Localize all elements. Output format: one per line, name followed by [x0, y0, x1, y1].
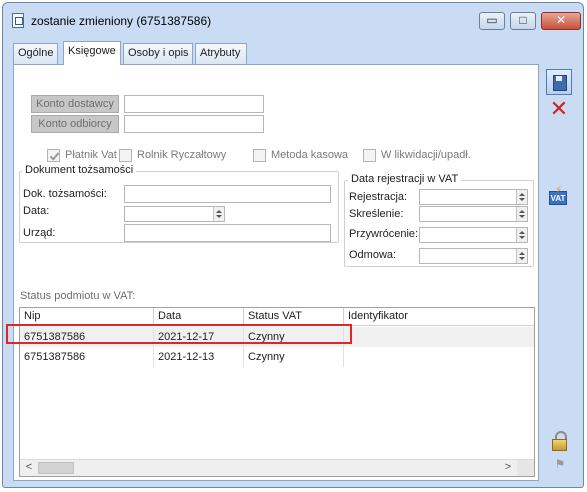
restoration-label: Przywrócenie: — [349, 228, 419, 240]
column-header-identifier[interactable]: Identyfikator — [344, 308, 536, 326]
flat-farmer-check-box — [119, 149, 132, 162]
window-title: zostanie zmieniony (6751387586) — [31, 14, 212, 28]
dialog-window: zostanie zmieniony (6751387586) ▭ □ ✕ Og… — [2, 2, 584, 488]
restoration-date-field[interactable] — [419, 227, 528, 243]
title-bar[interactable]: zostanie zmieniony (6751387586) ▭ □ ✕ — [3, 3, 583, 39]
unlock-button[interactable] — [546, 428, 572, 454]
cell-date: 2021-12-13 — [154, 347, 244, 367]
lightning-icon: ⚡ — [555, 185, 563, 196]
vat-status-label: Status podmiotu w VAT: — [20, 290, 136, 302]
identity-document-field[interactable] — [124, 185, 331, 203]
horizontal-scrollbar[interactable]: < > — [20, 459, 534, 476]
scroll-corner — [517, 460, 534, 476]
date-field[interactable] — [124, 206, 225, 222]
vat-payer-checkbox[interactable]: Płatnik Vat — [47, 149, 127, 163]
customer-account-field[interactable] — [124, 115, 264, 133]
refusal-label: Odmowa: — [349, 249, 397, 261]
cancel-button[interactable]: ✕ — [546, 97, 572, 123]
document-icon — [12, 13, 24, 28]
liquidation-checkbox[interactable]: W likwidacji/upadł. — [363, 149, 478, 163]
customer-account-button[interactable]: Konto odbiorcy — [31, 115, 119, 133]
vat-registration-title: Data rejestracji w VAT — [348, 173, 462, 185]
registration-label: Rejestracja: — [349, 191, 408, 203]
vat-check-button[interactable]: VAT ⚡ — [546, 185, 572, 211]
scroll-thumb[interactable] — [38, 462, 74, 474]
save-button[interactable] — [546, 69, 572, 95]
tab-panel-ksiegowe: Konto dostawcy Konto odbiorcy Płatnik Va… — [13, 64, 539, 481]
supplier-account-field[interactable] — [124, 95, 264, 113]
padlock-icon — [552, 439, 567, 451]
cash-method-label: Metoda kasowa — [271, 149, 349, 161]
tab-osoby-i-opis[interactable]: Osoby i opis — [123, 43, 193, 64]
removal-label: Skreślenie: — [349, 208, 404, 220]
cash-method-checkbox[interactable]: Metoda kasowa — [253, 149, 353, 163]
date-label: Data: — [23, 205, 50, 217]
cell-status: Czynny — [244, 347, 344, 367]
close-button[interactable]: ✕ — [541, 12, 581, 30]
date-spinner[interactable] — [213, 207, 224, 221]
maximize-button[interactable]: □ — [510, 12, 536, 30]
cell-nip: 6751387586 — [20, 347, 154, 367]
flat-farmer-label: Rolnik Ryczałtowy — [137, 149, 227, 161]
office-label: Urząd: — [23, 227, 56, 239]
registration-date-field[interactable] — [419, 189, 528, 205]
supplier-account-button[interactable]: Konto dostawcy — [31, 95, 119, 113]
removal-spinner[interactable] — [516, 207, 527, 221]
cell-identifier — [344, 347, 536, 367]
identity-document-title: Dokument tożsamości — [22, 164, 137, 176]
cash-method-check-box — [253, 149, 266, 162]
table-row[interactable]: 6751387586 2021-12-13 Czynny — [20, 347, 534, 367]
liquidation-label: W likwidacji/upadł. — [381, 149, 471, 161]
flag-button[interactable]: ⚑ — [551, 455, 569, 473]
refusal-spinner[interactable] — [516, 249, 527, 263]
selection-highlight-annotation — [6, 324, 352, 344]
tab-ogolne[interactable]: Ogólne — [13, 43, 58, 64]
restoration-spinner[interactable] — [516, 228, 527, 242]
tab-atrybuty[interactable]: Atrybuty — [195, 43, 247, 64]
cell-identifier — [344, 327, 536, 347]
identity-document-label: Dok. tożsamości: — [23, 188, 107, 200]
registration-spinner[interactable] — [516, 190, 527, 204]
flat-farmer-checkbox[interactable]: Rolnik Ryczałtowy — [119, 149, 244, 163]
removal-date-field[interactable] — [419, 206, 528, 222]
scroll-left-button[interactable]: < — [21, 460, 37, 476]
minimize-button[interactable]: ▭ — [479, 12, 505, 30]
vat-payer-check-box — [47, 149, 60, 162]
vat-payer-label: Płatnik Vat — [65, 149, 117, 161]
tab-ksiegowe[interactable]: Księgowe — [63, 41, 121, 65]
office-field[interactable] — [124, 224, 331, 242]
refusal-date-field[interactable] — [419, 248, 528, 264]
liquidation-check-box — [363, 149, 376, 162]
scroll-right-button[interactable]: > — [500, 460, 516, 476]
